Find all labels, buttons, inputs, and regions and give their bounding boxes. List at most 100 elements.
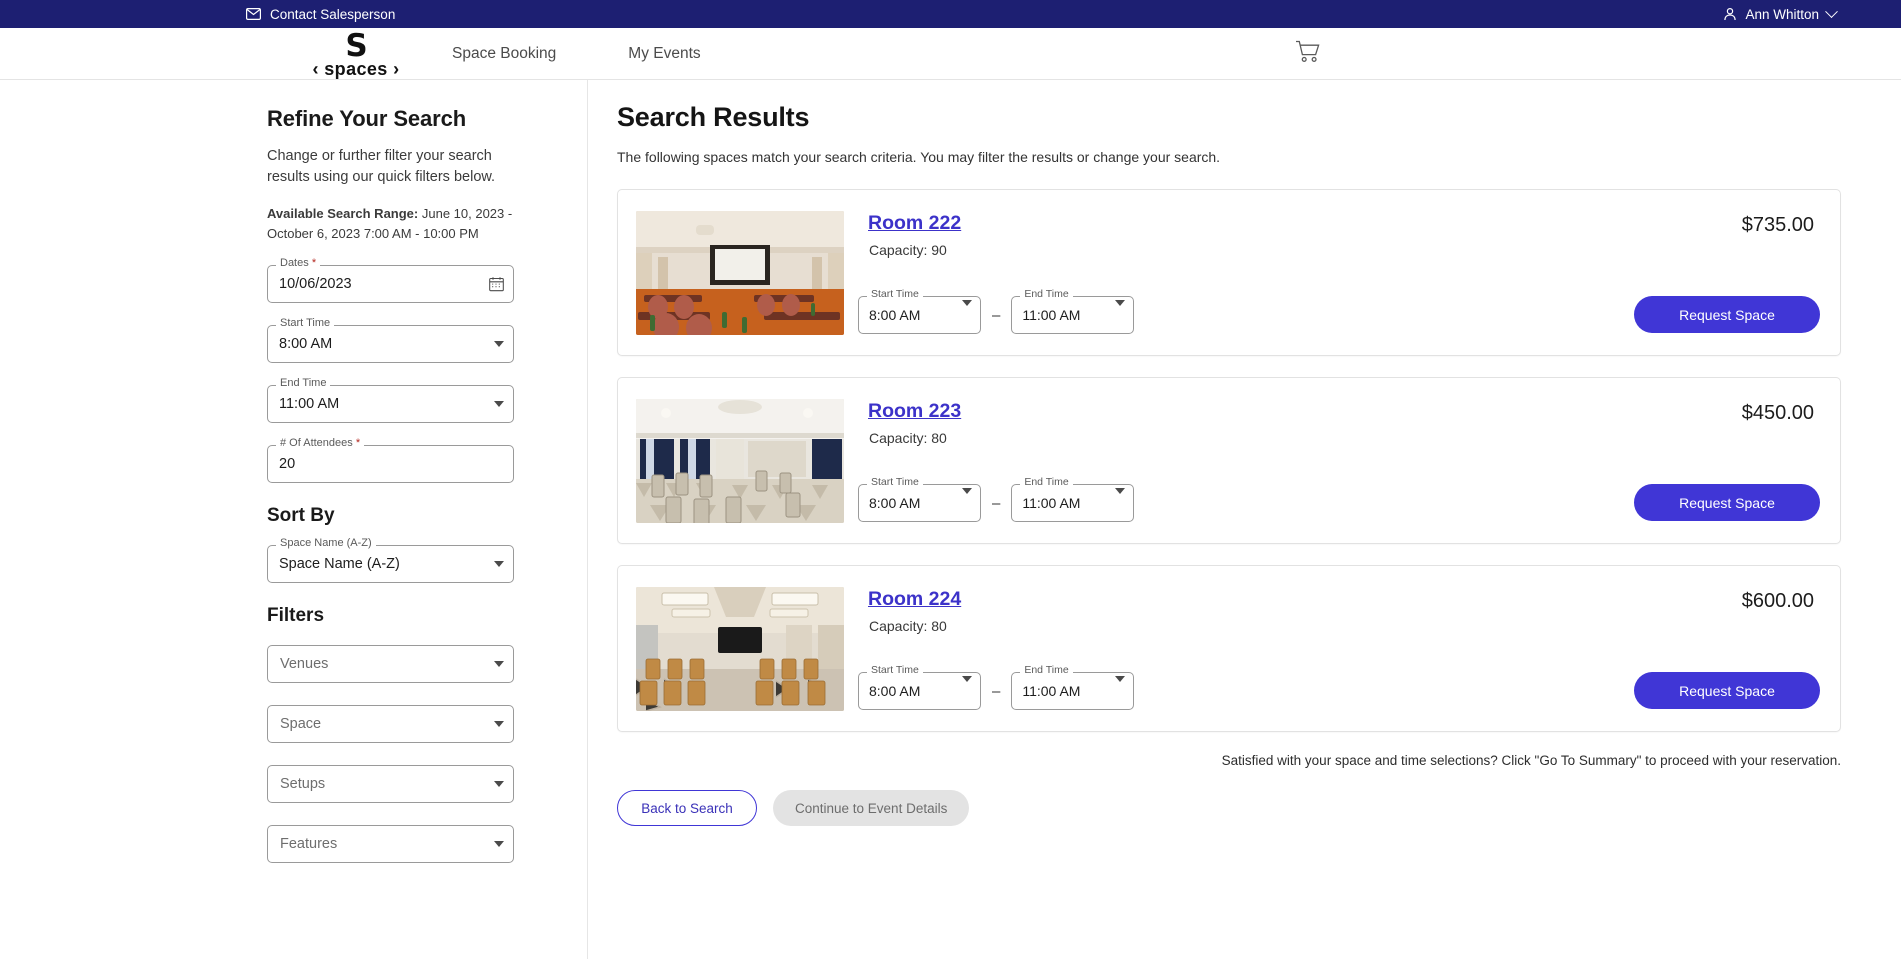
card-end-time-value: 11:00 AM xyxy=(1022,495,1080,511)
room-capacity: Capacity: 90 xyxy=(869,242,947,258)
request-space-button[interactable]: Request Space xyxy=(1634,296,1820,333)
filter-venues-placeholder: Venues xyxy=(280,656,328,672)
chevron-down-icon[interactable] xyxy=(494,781,504,787)
result-card: Room 223 Capacity: 80 Start Time 8:00 AM… xyxy=(617,377,1841,544)
room-name-link[interactable]: Room 223 xyxy=(868,400,961,423)
filter-features-select[interactable]: Features xyxy=(267,825,514,863)
chevron-down-icon[interactable] xyxy=(1115,682,1125,700)
room-thumbnail[interactable] xyxy=(636,587,844,711)
card-start-time-label: Start Time xyxy=(867,289,923,300)
brand-wordmark: ‹ spaces › xyxy=(302,59,410,80)
sort-by-field-value: Space Name (A-Z) xyxy=(279,556,400,572)
start-time-field-label: Start Time xyxy=(276,318,334,329)
filter-features-placeholder: Features xyxy=(280,836,337,852)
filter-space-placeholder: Space xyxy=(280,716,321,732)
search-results-panel: Search Results The following spaces matc… xyxy=(588,80,1901,959)
request-space-button[interactable]: Request Space xyxy=(1634,484,1820,521)
filters-heading: Filters xyxy=(267,605,555,627)
chevron-down-icon[interactable] xyxy=(962,682,972,700)
time-range-separator: – xyxy=(991,307,1001,324)
calendar-icon[interactable] xyxy=(489,277,504,292)
sort-by-field-label: Space Name (A-Z) xyxy=(276,538,376,549)
chevron-down-icon[interactable] xyxy=(962,494,972,512)
filter-space-select[interactable]: Space xyxy=(267,705,514,743)
nav-item-my-events[interactable]: My Events xyxy=(628,45,700,63)
mail-icon xyxy=(246,8,261,20)
card-start-time-value: 8:00 AM xyxy=(869,307,920,323)
time-range-separator: – xyxy=(991,495,1001,512)
card-end-time-label: End Time xyxy=(1020,665,1072,676)
card-start-time-select[interactable]: Start Time 8:00 AM xyxy=(858,484,981,522)
card-start-time-label: Start Time xyxy=(867,665,923,676)
chevron-down-icon[interactable] xyxy=(494,401,504,407)
request-space-button[interactable]: Request Space xyxy=(1634,672,1820,709)
search-range-label: Available Search Range: xyxy=(267,206,418,221)
sidebar-start-time-select[interactable]: Start Time 8:00 AM xyxy=(267,325,514,363)
attendees-field-label: # Of Attendees * xyxy=(276,438,364,449)
filter-setups-select[interactable]: Setups xyxy=(267,765,514,803)
result-card: Room 224 Capacity: 80 Start Time 8:00 AM… xyxy=(617,565,1841,732)
main-navigation: S ‹ spaces › Space Booking My Events xyxy=(0,28,1901,80)
room-price: $735.00 xyxy=(1742,214,1814,237)
chevron-down-icon[interactable] xyxy=(494,721,504,727)
contact-salesperson-label: Contact Salesperson xyxy=(270,7,395,22)
user-name-label: Ann Whitton xyxy=(1745,7,1819,22)
summary-hint-text: Satisfied with your space and time selec… xyxy=(617,753,1841,768)
continue-to-event-details-button[interactable]: Continue to Event Details xyxy=(773,790,969,826)
attendees-field[interactable]: # Of Attendees * 20 xyxy=(267,445,514,483)
nav-links: Space Booking My Events xyxy=(452,45,701,63)
chevron-down-icon[interactable] xyxy=(494,561,504,567)
dates-field[interactable]: Dates * 10/06/2023 xyxy=(267,265,514,303)
room-thumbnail[interactable] xyxy=(636,211,844,335)
room-price: $450.00 xyxy=(1742,402,1814,425)
card-start-time-select[interactable]: Start Time 8:00 AM xyxy=(858,296,981,334)
sidebar-title: Refine Your Search xyxy=(267,106,555,132)
card-start-time-value: 8:00 AM xyxy=(869,683,920,699)
dates-field-label: Dates * xyxy=(276,258,320,269)
page-title: Search Results xyxy=(617,102,1841,133)
result-card: Room 222 Capacity: 90 Start Time 8:00 AM… xyxy=(617,189,1841,356)
brand-logo[interactable]: S ‹ spaces › xyxy=(302,32,410,80)
card-start-time-select[interactable]: Start Time 8:00 AM xyxy=(858,672,981,710)
back-to-search-button[interactable]: Back to Search xyxy=(617,790,757,826)
attendees-field-border xyxy=(267,445,514,483)
brand-mark: S xyxy=(302,32,410,61)
card-end-time-value: 11:00 AM xyxy=(1022,683,1080,699)
time-range-separator: – xyxy=(991,683,1001,700)
chevron-down-icon[interactable] xyxy=(1115,494,1125,512)
page-body: Refine Your Search Change or further fil… xyxy=(0,80,1901,959)
chevron-down-icon[interactable] xyxy=(494,661,504,667)
sidebar-end-time-select[interactable]: End Time 11:00 AM xyxy=(267,385,514,423)
chevron-down-icon[interactable] xyxy=(494,341,504,347)
sidebar-description: Change or further filter your search res… xyxy=(267,146,512,188)
person-icon xyxy=(1723,7,1737,21)
attendees-field-value: 20 xyxy=(279,456,295,472)
card-end-time-label: End Time xyxy=(1020,289,1072,300)
chevron-down-icon[interactable] xyxy=(1115,306,1125,324)
chevron-down-icon xyxy=(1825,5,1838,18)
room-price: $600.00 xyxy=(1742,590,1814,613)
refine-search-sidebar: Refine Your Search Change or further fil… xyxy=(0,80,588,959)
room-name-link[interactable]: Room 224 xyxy=(868,588,961,611)
room-name-link[interactable]: Room 222 xyxy=(868,212,961,235)
contact-salesperson-link[interactable]: Contact Salesperson xyxy=(246,7,395,22)
sort-by-select[interactable]: Space Name (A-Z) Space Name (A-Z) xyxy=(267,545,514,583)
filter-venues-select[interactable]: Venues xyxy=(267,645,514,683)
chevron-down-icon[interactable] xyxy=(494,841,504,847)
end-time-field-label: End Time xyxy=(276,378,330,389)
shopping-cart-icon[interactable] xyxy=(1295,40,1321,68)
room-thumbnail[interactable] xyxy=(636,399,844,523)
card-end-time-select[interactable]: End Time 11:00 AM xyxy=(1011,672,1134,710)
room-capacity: Capacity: 80 xyxy=(869,430,947,446)
card-end-time-select[interactable]: End Time 11:00 AM xyxy=(1011,484,1134,522)
card-time-selectors: Start Time 8:00 AM – End Time 11:00 AM xyxy=(858,296,1134,334)
card-end-time-label: End Time xyxy=(1020,477,1072,488)
nav-item-space-booking[interactable]: Space Booking xyxy=(452,45,556,63)
footer-actions: Back to Search Continue to Event Details xyxy=(617,790,1841,826)
card-end-time-select[interactable]: End Time 11:00 AM xyxy=(1011,296,1134,334)
available-search-range: Available Search Range: June 10, 2023 - … xyxy=(267,204,517,243)
card-time-selectors: Start Time 8:00 AM – End Time 11:00 AM xyxy=(858,484,1134,522)
user-menu[interactable]: Ann Whitton xyxy=(1723,7,1836,22)
chevron-down-icon[interactable] xyxy=(962,306,972,324)
end-time-field-value: 11:00 AM xyxy=(279,396,339,412)
